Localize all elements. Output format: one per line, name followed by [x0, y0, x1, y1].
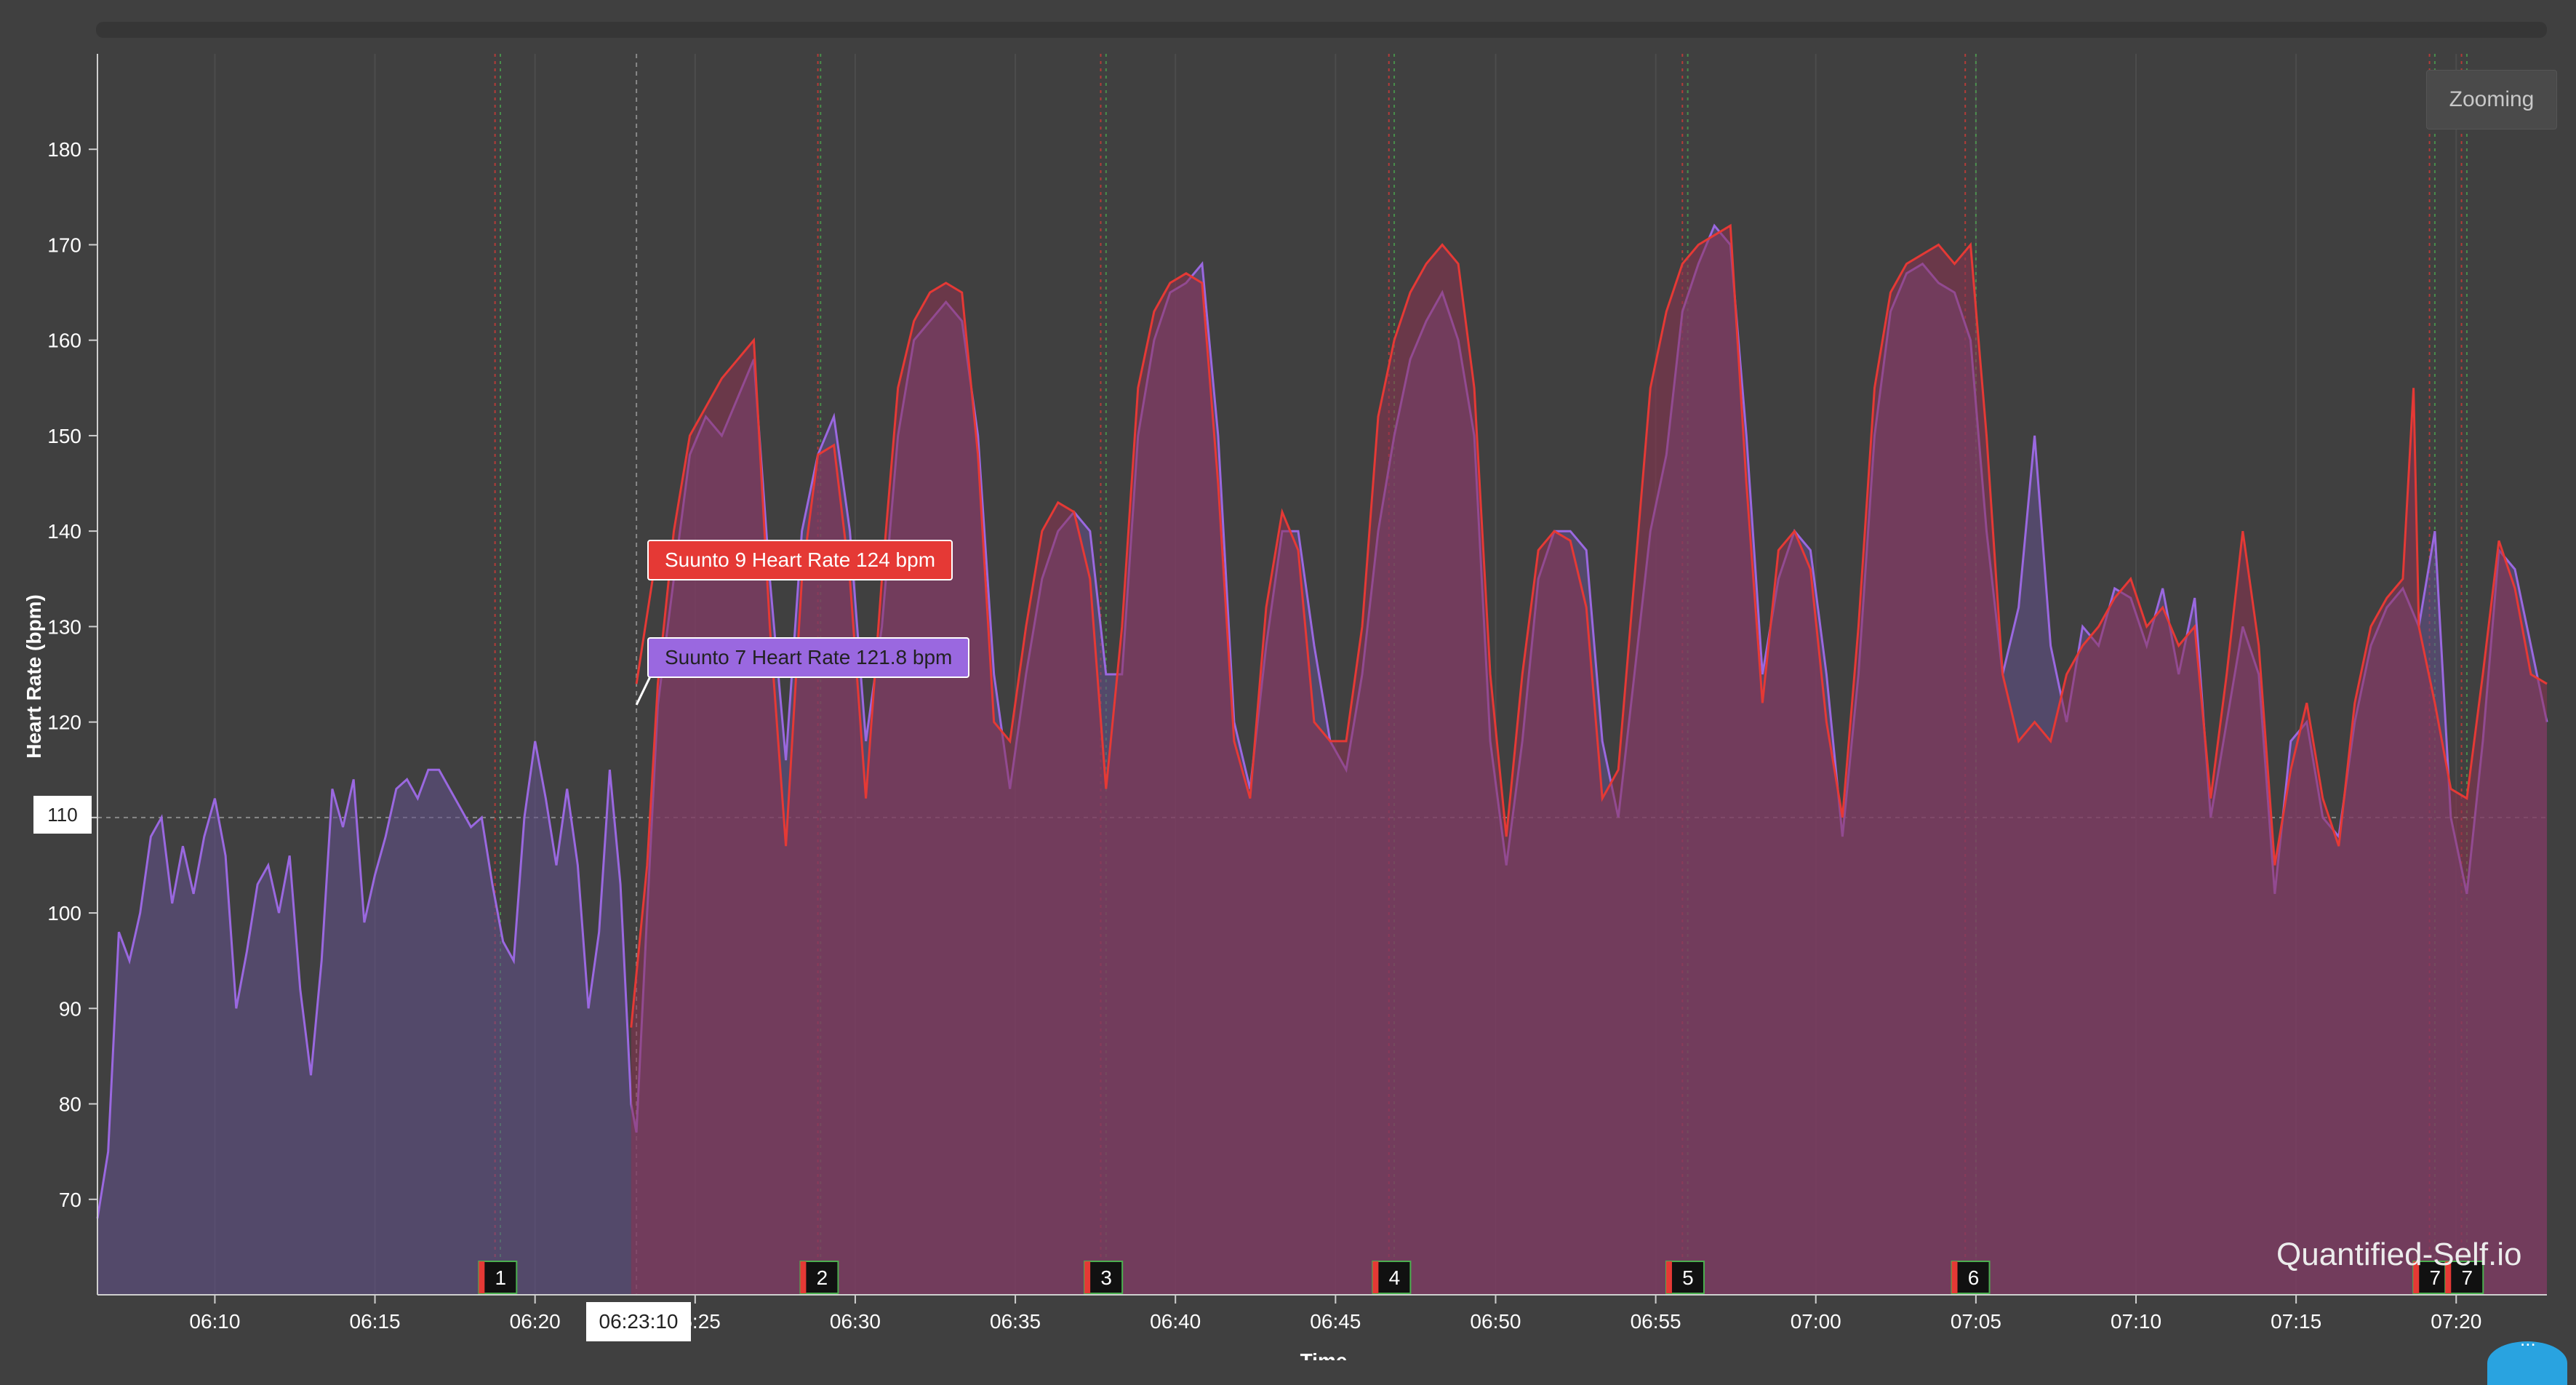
crosshair-y-label: 110 — [33, 796, 92, 834]
lap-badge[interactable]: 1 — [478, 1261, 518, 1294]
lap-badge-label: 4 — [1389, 1266, 1401, 1289]
x-tick-label: 07:15 — [2271, 1310, 2321, 1333]
y-tick-label: 130 — [47, 615, 81, 638]
y-tick-label: 140 — [47, 520, 81, 543]
x-tick-label: 07:10 — [2111, 1310, 2161, 1333]
lap-badge[interactable]: 3 — [1084, 1261, 1124, 1294]
y-tick-label: 90 — [59, 997, 81, 1020]
x-tick-label: 06:30 — [830, 1310, 881, 1333]
x-tick-label: 06:20 — [510, 1310, 561, 1333]
x-tick-label: 07:20 — [2431, 1310, 2481, 1333]
x-tick-label: 06:40 — [1150, 1310, 1201, 1333]
x-tick-label: 06:50 — [1470, 1310, 1521, 1333]
y-tick-label: 160 — [47, 330, 81, 352]
lap-badge[interactable]: 6 — [1951, 1261, 1991, 1294]
y-tick-label: 150 — [47, 425, 81, 447]
x-tick-label: 06:10 — [189, 1310, 240, 1333]
series-area-suunto9 — [631, 225, 2547, 1296]
lap-badge[interactable]: 5 — [1665, 1261, 1705, 1294]
lap-badge-label: 6 — [1968, 1266, 1980, 1289]
y-tick-label: 80 — [59, 1093, 81, 1116]
more-icon[interactable]: ... — [2520, 1328, 2536, 1351]
lap-badge[interactable]: 2 — [799, 1261, 839, 1294]
x-tick-label: 06:15 — [350, 1310, 401, 1333]
tooltip-suunto9: Suunto 9 Heart Rate 124 bpm — [647, 540, 953, 580]
y-axis-title: Heart Rate (bpm) — [23, 594, 45, 759]
series-layer — [96, 223, 2548, 1296]
tooltip-suunto7: Suunto 7 Heart Rate 121.8 bpm — [647, 637, 970, 678]
y-tick-label: 180 — [47, 138, 81, 161]
y-tick-label: 100 — [47, 902, 81, 925]
x-tick-label: 06:55 — [1631, 1310, 1681, 1333]
x-tick-label: 07:00 — [1791, 1310, 1841, 1333]
y-tick-label: 70 — [59, 1189, 81, 1211]
y-tick-label: 120 — [47, 711, 81, 734]
lap-badge-label: 3 — [1100, 1266, 1112, 1289]
lap-badge[interactable]: 4 — [1372, 1261, 1412, 1294]
watermark-logo: Quantified-Self.io — [2276, 1237, 2522, 1272]
crosshair-x-label: 06:23:10 — [586, 1302, 691, 1341]
zooming-button[interactable]: Zooming — [2426, 70, 2557, 129]
x-tick-label: 06:45 — [1310, 1310, 1361, 1333]
y-tick-label: 170 — [47, 234, 81, 256]
lap-badge-label: 1 — [495, 1266, 507, 1289]
heart-rate-chart: 12345677 7080901001101201301401501601701… — [23, 54, 2548, 1360]
x-axis-title: Time — [1300, 1349, 1348, 1360]
x-tick-label: 07:05 — [1951, 1310, 2001, 1333]
lap-badge-label: 5 — [1682, 1266, 1694, 1289]
x-tick-label: 06:35 — [990, 1310, 1041, 1333]
lap-badge-label: 2 — [817, 1266, 828, 1289]
